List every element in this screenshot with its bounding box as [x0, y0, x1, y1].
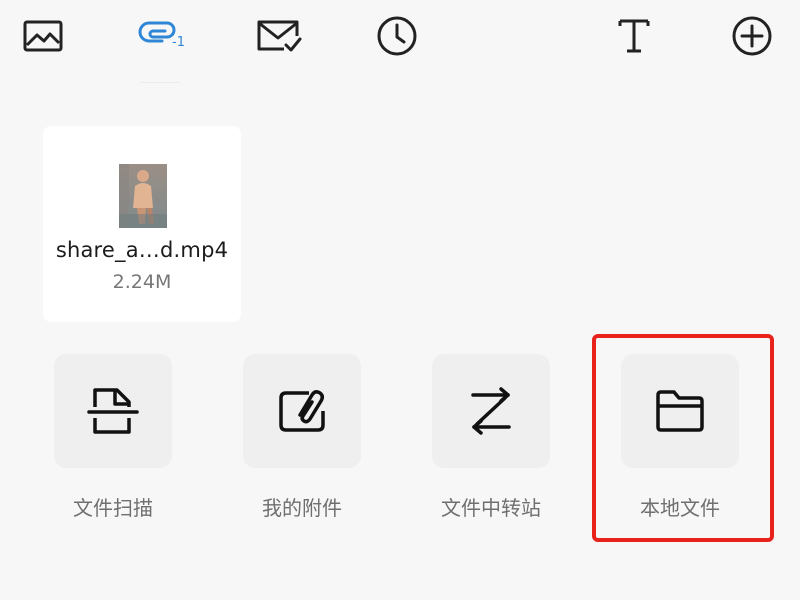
toolbar: -1 [0, 0, 800, 83]
image-icon [23, 20, 63, 52]
action-box[interactable] [432, 354, 550, 468]
document-scan-icon [87, 388, 139, 434]
attachment-file-name: share_a…d.mp4 [55, 238, 229, 262]
mail-tool-button[interactable] [254, 12, 302, 60]
video-thumbnail [119, 164, 167, 228]
mail-check-icon [257, 20, 302, 52]
action-label: 本地文件 [640, 496, 720, 520]
attachment-file-size: 2.24M [112, 271, 172, 293]
attachment-card[interactable]: share_a…d.mp4 2.24M [43, 126, 241, 322]
action-label: 文件扫描 [73, 496, 153, 520]
action-my-attachments[interactable]: 我的附件 [243, 354, 361, 521]
active-tab-indicator [140, 82, 180, 83]
action-label: 文件中转站 [441, 496, 541, 520]
action-document-scan[interactable]: 文件扫描 [54, 354, 172, 521]
folder-icon [656, 390, 704, 432]
plus-circle-icon [732, 16, 772, 56]
attachment-folder-icon [279, 390, 325, 432]
action-file-transfer[interactable]: 文件中转站 [432, 354, 550, 521]
action-box[interactable] [621, 354, 739, 468]
action-label: 我的附件 [262, 496, 342, 520]
action-box[interactable] [243, 354, 361, 468]
add-tool-button[interactable] [728, 12, 776, 60]
transfer-icon [471, 387, 511, 435]
schedule-tool-button[interactable] [373, 12, 421, 60]
text-format-tool-button[interactable] [610, 12, 658, 60]
clock-icon [377, 16, 417, 56]
text-format-icon [618, 19, 650, 53]
attachment-count-badge: -1 [172, 35, 185, 50]
action-box[interactable] [54, 354, 172, 468]
action-local-files[interactable]: 本地文件 [621, 354, 739, 521]
image-tool-button[interactable] [19, 12, 67, 60]
